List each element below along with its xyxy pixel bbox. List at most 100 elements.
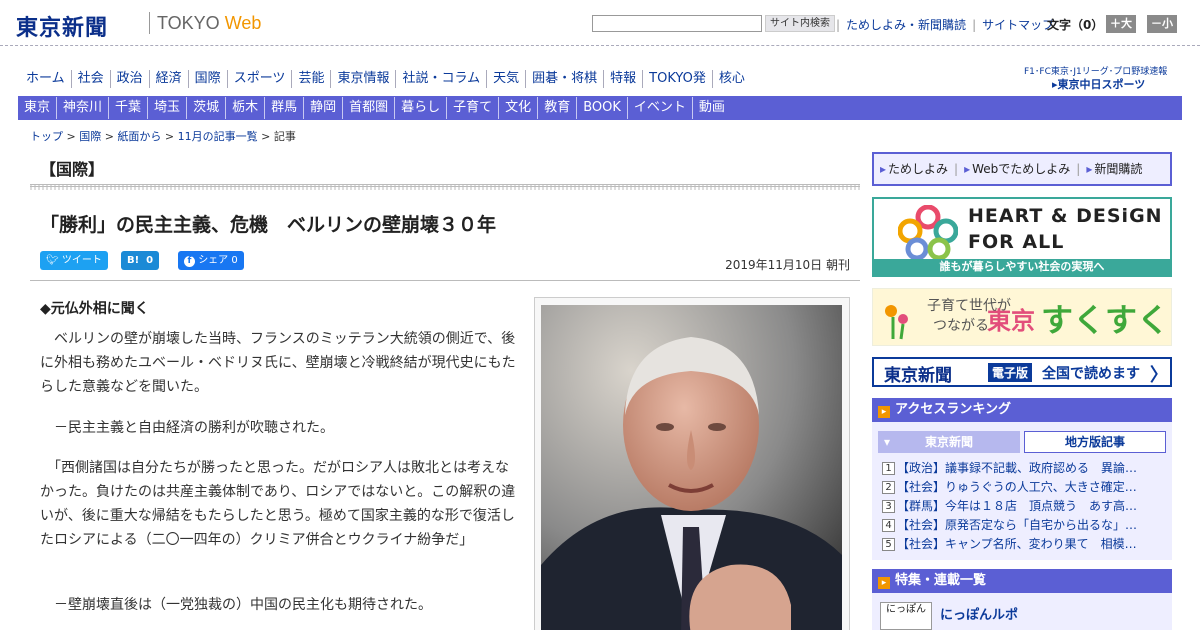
font-larger-button[interactable]: ＋大 (1106, 15, 1136, 33)
nav-weather[interactable]: 天気 (487, 70, 527, 88)
link-divider: | (836, 18, 841, 32)
ranking-header: ▸ アクセスランキング (872, 398, 1172, 422)
nav-society[interactable]: 社会 (72, 70, 111, 88)
hatena-count: 0 (146, 255, 154, 266)
site-search-input[interactable] (592, 15, 762, 32)
flower-sprout-icon (885, 305, 908, 340)
e-edition-tag: 電子版 (988, 363, 1033, 382)
font-size-label: 文字（0） (1047, 18, 1104, 32)
header-links: | ためしよみ・新聞購読 | サイトマップ (836, 16, 1060, 33)
logo-tokyo: TOKYO (157, 13, 220, 33)
section-divider (30, 184, 860, 190)
nav-politics[interactable]: 政治 (111, 70, 150, 88)
nav-tokyo-info[interactable]: 東京情報 (331, 70, 397, 88)
region-chiba[interactable]: 千葉 (109, 97, 149, 119)
article-subhead: ◆元仏外相に聞く (40, 301, 149, 317)
date-divider (30, 280, 860, 281)
rank-title: 【政治】議事録不記載、政府認める 異論… (897, 461, 1138, 475)
rank-title: 【群馬】今年は１８店 頂点競う あす高… (897, 499, 1138, 513)
chunichi-sports-link[interactable]: ▸東京中日スポーツ (1052, 76, 1145, 92)
play-icon: ▸ (878, 406, 890, 418)
region-gunma[interactable]: 群馬 (265, 97, 305, 119)
tweet-button[interactable]: 🐦︎ ツイート (40, 251, 108, 270)
article-photo[interactable] (541, 305, 842, 630)
features-header: ▸ 特集・連載一覧 (872, 569, 1172, 593)
region-tokyo[interactable]: 東京 (18, 97, 58, 119)
chevron-right-icon: 〉 (1150, 365, 1168, 386)
rank-title: 【社会】キャンプ名所、変わり果て 相模… (897, 537, 1137, 551)
font-smaller-button[interactable]: －小 (1147, 15, 1177, 33)
nav-education[interactable]: 教育 (538, 97, 578, 119)
breadcrumb-month-list[interactable]: 11月の記事一覧 (178, 130, 258, 143)
nav-parenting[interactable]: 子育て (447, 97, 500, 119)
section-title: 【国際】 (40, 160, 105, 179)
trial-subscribe-link[interactable]: ためしよみ・新聞購読 (846, 18, 966, 32)
region-kanagawa[interactable]: 神奈川 (57, 97, 110, 119)
feature-thumbnail[interactable]: にっぽん (880, 602, 932, 630)
ranking-tab-local[interactable]: 地方版記事 (1024, 431, 1166, 453)
nav-entertainment[interactable]: 芸能 (292, 70, 332, 88)
breadcrumb-top[interactable]: トップ (30, 130, 63, 143)
nav-special[interactable]: 特報 (604, 70, 644, 88)
feature-link[interactable]: にっぽんルポ (940, 604, 1018, 623)
sitemap-link[interactable]: サイトマップ (982, 18, 1054, 32)
rank-number: 3 (882, 500, 895, 513)
article-paragraph: ベルリンの壁が崩壊した当時、フランスのミッテラン大統領の側近で、後に外相も務めた… (40, 331, 516, 395)
nav-kakushin[interactable]: 核心 (713, 70, 751, 88)
heart-title-line2: FOR ALL (968, 231, 1065, 253)
region-saitama[interactable]: 埼玉 (148, 97, 188, 119)
ranking-item[interactable]: 2 【社会】りゅうぐうの人工穴、大きさ確定… (882, 478, 1162, 497)
nav-culture[interactable]: 文化 (499, 97, 539, 119)
logo-divider (149, 12, 150, 34)
site-header: 東京新聞 TOKYO Web サイト内検索 | ためしよみ・新聞購読 | サイトマップ… (0, 0, 1200, 46)
ranking-list: 1 【政治】議事録不記載、政府認める 異論… 2 【社会】りゅうぐうの人工穴、大きさ… (882, 459, 1162, 554)
features-title: 特集・連載一覧 (895, 573, 987, 588)
rank-number: 1 (882, 462, 895, 475)
site-search-button[interactable]: サイト内検索 (765, 15, 835, 32)
region-shizuoka[interactable]: 静岡 (304, 97, 344, 119)
nav-editorial[interactable]: 社説・コラム (396, 70, 488, 88)
nav-go-shogi[interactable]: 囲碁・将棋 (526, 70, 605, 88)
breadcrumb-world[interactable]: 国際 (79, 130, 101, 143)
fb-share-count: 0 (231, 255, 238, 266)
heart-design-banner[interactable]: HEART & DESiGN FOR ALL 誰もが暮らしやすい社会の実現へ (872, 197, 1172, 277)
site-logo[interactable]: 東京新聞 (16, 10, 108, 42)
tokyo-web-logo[interactable]: TOKYO Web (157, 13, 261, 34)
article-headline: 「勝利」の民主主義、危機 ベルリンの壁崩壊３０年 (40, 214, 497, 236)
hatena-icon: B! (127, 255, 140, 266)
ranking-item[interactable]: 4 【社会】原発否定なら「自宅から出るな」… (882, 516, 1162, 535)
ranking-item[interactable]: 1 【政治】議事録不記載、政府認める 異論… (882, 459, 1162, 478)
nav-book[interactable]: BOOK (577, 97, 628, 119)
region-shutoken[interactable]: 首都圏 (343, 97, 396, 119)
nav-economy[interactable]: 経済 (150, 70, 189, 88)
nav-tokyo-hatsu[interactable]: TOKYO発 (643, 70, 713, 88)
nav-world[interactable]: 国際 (189, 70, 228, 88)
ranking-item[interactable]: 3 【群馬】今年は１８店 頂点競う あす高… (882, 497, 1162, 516)
e-edition-text: 全国で読めます (1042, 366, 1140, 382)
sukusuku-banner[interactable]: 子育て世代が つながる 東京 すくすく (872, 288, 1172, 346)
nav-video[interactable]: 動画 (693, 97, 731, 119)
subscribe-link[interactable]: 新聞購読 (1080, 154, 1148, 184)
hatena-bookmark-button[interactable]: B! 0 (121, 251, 160, 270)
ranking-tab-tokyo[interactable]: 東京新聞 (878, 431, 1020, 453)
nav-events[interactable]: イベント (628, 97, 693, 119)
region-ibaraki[interactable]: 茨城 (187, 97, 227, 119)
twitter-icon: 🐦︎ (46, 255, 62, 266)
ranking-title: アクセスランキング (895, 402, 1011, 417)
nav-home[interactable]: ホーム (20, 70, 72, 88)
breadcrumb-current: 記事 (273, 130, 296, 143)
region-tochigi[interactable]: 栃木 (226, 97, 266, 119)
nav-living[interactable]: 暮らし (395, 97, 448, 119)
subscription-links: ためしよみ|Webでためしよみ|新聞購読 (872, 152, 1172, 186)
ranking-item[interactable]: 5 【社会】キャンプ名所、変わり果て 相模… (882, 535, 1162, 554)
article-paragraph: －民主主義と自由経済の勝利が吹聴された。 (40, 420, 334, 436)
e-edition-banner[interactable]: 東京新聞 電子版 全国で読めます 〉 (872, 357, 1172, 387)
facebook-share-button[interactable]: f シェア 0 (178, 251, 244, 270)
breadcrumb-paper[interactable]: 紙面から (117, 130, 161, 143)
article-paragraph: 「西側諸国は自分たちが勝ったと思った。だがロシア人は敗北とは考えなかった。負けた… (40, 460, 516, 548)
web-trial-link[interactable]: Webでためしよみ (958, 154, 1076, 184)
nav-sports[interactable]: スポーツ (228, 70, 293, 88)
e-edition-logo: 東京新聞 (884, 366, 952, 386)
trial-link[interactable]: ためしよみ (874, 154, 954, 184)
rank-number: 5 (882, 538, 895, 551)
